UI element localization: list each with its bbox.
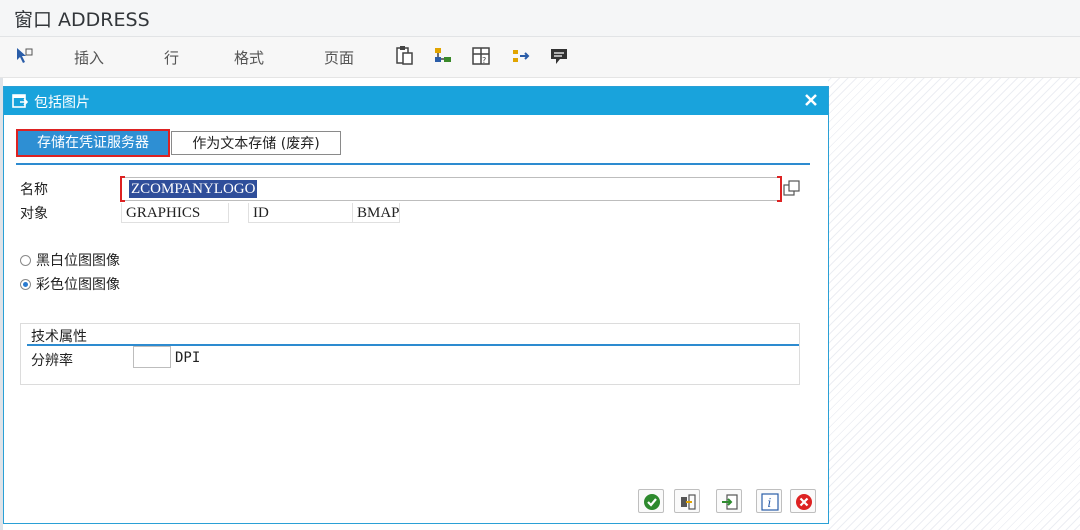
tab-strip: 存储在凭证服务器 作为文本存储 (废弃): [16, 129, 810, 165]
object-field: GRAPHICS: [121, 203, 229, 223]
object-label: 对象: [20, 206, 48, 222]
dialog-window-icon: [12, 93, 29, 109]
focus-bracket-left: [120, 176, 125, 202]
value-help-icon[interactable]: [782, 179, 802, 199]
info-button[interactable]: i: [756, 489, 782, 513]
menu-format[interactable]: 格式: [234, 47, 264, 68]
radio-color-bitmap[interactable]: 彩色位图图像: [20, 275, 220, 295]
radio-monochrome-bitmap[interactable]: 黑白位图图像: [20, 251, 220, 271]
id-field: BMAP: [352, 203, 400, 223]
toolbar: 插入 行 格式 页面 ?: [0, 37, 1080, 78]
check-icon: [644, 494, 660, 510]
dpi-unit-label: DPI: [175, 350, 201, 366]
tab-document-server[interactable]: 存储在凭证服务器: [16, 129, 170, 157]
tree-structure-icon[interactable]: [432, 45, 454, 67]
svg-text:i: i: [768, 496, 772, 510]
dialog-header: 包括图片: [4, 87, 828, 115]
resolution-input[interactable]: [133, 346, 171, 368]
radio-button[interactable]: [20, 255, 31, 266]
radio-label: 黑白位图图像: [36, 253, 120, 269]
resolution-label: 分辨率: [31, 353, 73, 369]
import-button[interactable]: [674, 489, 700, 513]
name-input-value: ZCOMPANYLOGO: [129, 180, 258, 198]
menu-row[interactable]: 行: [164, 47, 179, 68]
tab-store-as-text[interactable]: 作为文本存储 (废弃): [171, 131, 341, 155]
menu-page[interactable]: 页面: [324, 47, 354, 68]
window-titlebar: 窗口 ADDRESS: [0, 0, 1080, 37]
import-icon: [681, 494, 696, 510]
hierarchy-arrow-icon[interactable]: [510, 45, 532, 67]
id-label: ID: [248, 203, 356, 223]
clipboard-icon[interactable]: [394, 45, 416, 67]
radio-label: 彩色位图图像: [36, 277, 120, 293]
name-label: 名称: [20, 182, 48, 198]
technical-attributes-group: 技术属性 分辨率 DPI: [20, 323, 800, 385]
document-arrow-icon: [722, 494, 738, 510]
info-icon: i: [761, 493, 779, 511]
svg-text:?: ?: [482, 56, 486, 65]
name-input[interactable]: ZCOMPANYLOGO: [120, 176, 782, 202]
select-cursor-icon[interactable]: [14, 45, 36, 67]
close-icon[interactable]: [802, 91, 820, 109]
cancel-button[interactable]: [790, 489, 816, 513]
menu-insert[interactable]: 插入: [74, 47, 104, 68]
window-title: 窗口 ADDRESS: [14, 9, 150, 31]
comment-icon[interactable]: [548, 45, 570, 67]
radio-button-selected[interactable]: [20, 279, 31, 290]
include-graphic-dialog: 包括图片 存储在凭证服务器 作为文本存储 (废弃) 名称 ZCOMPANYLOG…: [3, 86, 829, 524]
grid-query-icon[interactable]: ?: [470, 45, 492, 67]
group-title: 技术属性: [31, 329, 87, 345]
dialog-title: 包括图片: [34, 95, 90, 111]
cancel-icon: [796, 494, 812, 510]
transfer-button[interactable]: [716, 489, 742, 513]
confirm-button[interactable]: [638, 489, 664, 513]
